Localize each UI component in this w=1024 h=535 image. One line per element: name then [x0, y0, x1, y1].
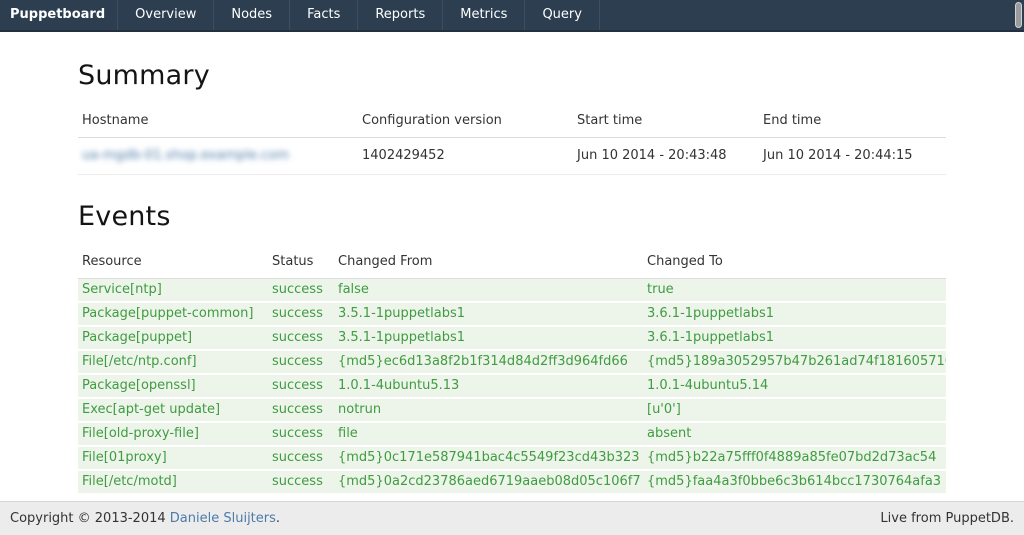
event-status: success — [268, 398, 334, 422]
footer-status: Live from PuppetDB. — [880, 511, 1014, 526]
event-to: [u'0'] — [643, 398, 946, 422]
event-to: {md5}b22a75fff0f4889a85fe07bd2d73ac54 — [643, 446, 946, 470]
table-row: Package[openssl] success 1.0.1-4ubuntu5.… — [78, 374, 946, 398]
summary-configver-cell: 1402429452 — [358, 138, 573, 175]
event-from: 3.5.1-1puppetlabs1 — [334, 302, 643, 326]
table-row: Service[ntp] success false true — [78, 279, 946, 303]
hostname-link[interactable]: ua-mgdb-01.shop.example.com — [82, 148, 289, 163]
page: Puppetboard Overview Nodes Facts Reports… — [0, 0, 1024, 535]
event-to: 1.0.1-4ubuntu5.14 — [643, 374, 946, 398]
summary-col-end: End time — [759, 107, 946, 138]
table-row: File[01proxy] success {md5}0c171e587941b… — [78, 446, 946, 470]
event-status: success — [268, 279, 334, 303]
summary-row: ua-mgdb-01.shop.example.com 1402429452 J… — [78, 138, 946, 175]
summary-table: Hostname Configuration version Start tim… — [78, 107, 946, 175]
events-col-to: Changed To — [643, 248, 946, 279]
events-col-status: Status — [268, 248, 334, 279]
navbar-brand[interactable]: Puppetboard — [0, 0, 118, 30]
event-resource: File[/etc/motd] — [78, 470, 268, 494]
author-link[interactable]: Daniele Sluijters — [170, 511, 276, 526]
event-resource: Service[ntp] — [78, 279, 268, 303]
event-resource: File[old-proxy-file] — [78, 422, 268, 446]
event-to: 3.6.1-1puppetlabs1 — [643, 302, 946, 326]
event-resource: Exec[apt-get update] — [78, 398, 268, 422]
event-to: true — [643, 279, 946, 303]
table-row: File[old-proxy-file] success file absent — [78, 422, 946, 446]
event-resource: Package[openssl] — [78, 374, 268, 398]
main-content: Summary Hostname Configuration version S… — [0, 32, 1024, 501]
nav-item-nodes[interactable]: Nodes — [214, 0, 290, 30]
summary-col-hostname: Hostname — [78, 107, 358, 138]
event-resource: File[/etc/ntp.conf] — [78, 350, 268, 374]
copyright-text: Copyright © 2013-2014 — [10, 511, 170, 526]
events-header-row: Resource Status Changed From Changed To — [78, 248, 946, 279]
events-table: Resource Status Changed From Changed To … — [78, 248, 946, 495]
event-from: false — [334, 279, 643, 303]
event-from: {md5}0c171e587941bac4c5549f23cd43b323 — [334, 446, 643, 470]
summary-hostname-cell: ua-mgdb-01.shop.example.com — [78, 138, 358, 175]
event-status: success — [268, 422, 334, 446]
summary-start-cell: Jun 10 2014 - 20:43:48 — [573, 138, 759, 175]
events-title: Events — [78, 201, 946, 232]
event-status: success — [268, 374, 334, 398]
event-resource: File[01proxy] — [78, 446, 268, 470]
event-status: success — [268, 446, 334, 470]
event-to: {md5}189a3052957b47b261ad74f181605716 — [643, 350, 946, 374]
table-row: File[/etc/ntp.conf] success {md5}ec6d13a… — [78, 350, 946, 374]
summary-col-start: Start time — [573, 107, 759, 138]
event-to: {md5}faa4a3f0bbe6c3b614bcc1730764afa3 — [643, 470, 946, 494]
events-col-resource: Resource — [78, 248, 268, 279]
event-status: success — [268, 470, 334, 494]
event-status: success — [268, 302, 334, 326]
event-status: success — [268, 326, 334, 350]
event-from: notrun — [334, 398, 643, 422]
nav-item-metrics[interactable]: Metrics — [443, 0, 525, 30]
footer: Copyright © 2013-2014 Daniele Sluijters.… — [0, 501, 1024, 535]
event-resource: Package[puppet-common] — [78, 302, 268, 326]
event-from: 1.0.1-4ubuntu5.13 — [334, 374, 643, 398]
nav-item-overview[interactable]: Overview — [118, 0, 214, 30]
event-status: success — [268, 350, 334, 374]
event-to: absent — [643, 422, 946, 446]
summary-end-cell: Jun 10 2014 - 20:44:15 — [759, 138, 946, 175]
table-row: File[/etc/motd] success {md5}0a2cd23786a… — [78, 470, 946, 494]
summary-title: Summary — [78, 60, 946, 91]
footer-copyright: Copyright © 2013-2014 Daniele Sluijters. — [10, 511, 280, 526]
table-row: Exec[apt-get update] success notrun [u'0… — [78, 398, 946, 422]
event-from: 3.5.1-1puppetlabs1 — [334, 326, 643, 350]
nav-item-facts[interactable]: Facts — [290, 0, 358, 30]
copyright-period: . — [276, 511, 280, 526]
event-from: {md5}0a2cd23786aed6719aaeb08d05c106f7 — [334, 470, 643, 494]
vertical-scrollbar-thumb[interactable] — [1015, 2, 1022, 28]
event-to: 3.6.1-1puppetlabs1 — [643, 326, 946, 350]
summary-header-row: Hostname Configuration version Start tim… — [78, 107, 946, 138]
table-row: Package[puppet] success 3.5.1-1puppetlab… — [78, 326, 946, 350]
nav-item-query[interactable]: Query — [525, 0, 600, 30]
summary-col-configver: Configuration version — [358, 107, 573, 138]
events-col-from: Changed From — [334, 248, 643, 279]
event-resource: Package[puppet] — [78, 326, 268, 350]
navbar: Puppetboard Overview Nodes Facts Reports… — [0, 0, 1024, 32]
nav-item-reports[interactable]: Reports — [358, 0, 443, 30]
event-from: {md5}ec6d13a8f2b1f314d84d2ff3d964fd66 — [334, 350, 643, 374]
table-row: Package[puppet-common] success 3.5.1-1pu… — [78, 302, 946, 326]
event-from: file — [334, 422, 643, 446]
